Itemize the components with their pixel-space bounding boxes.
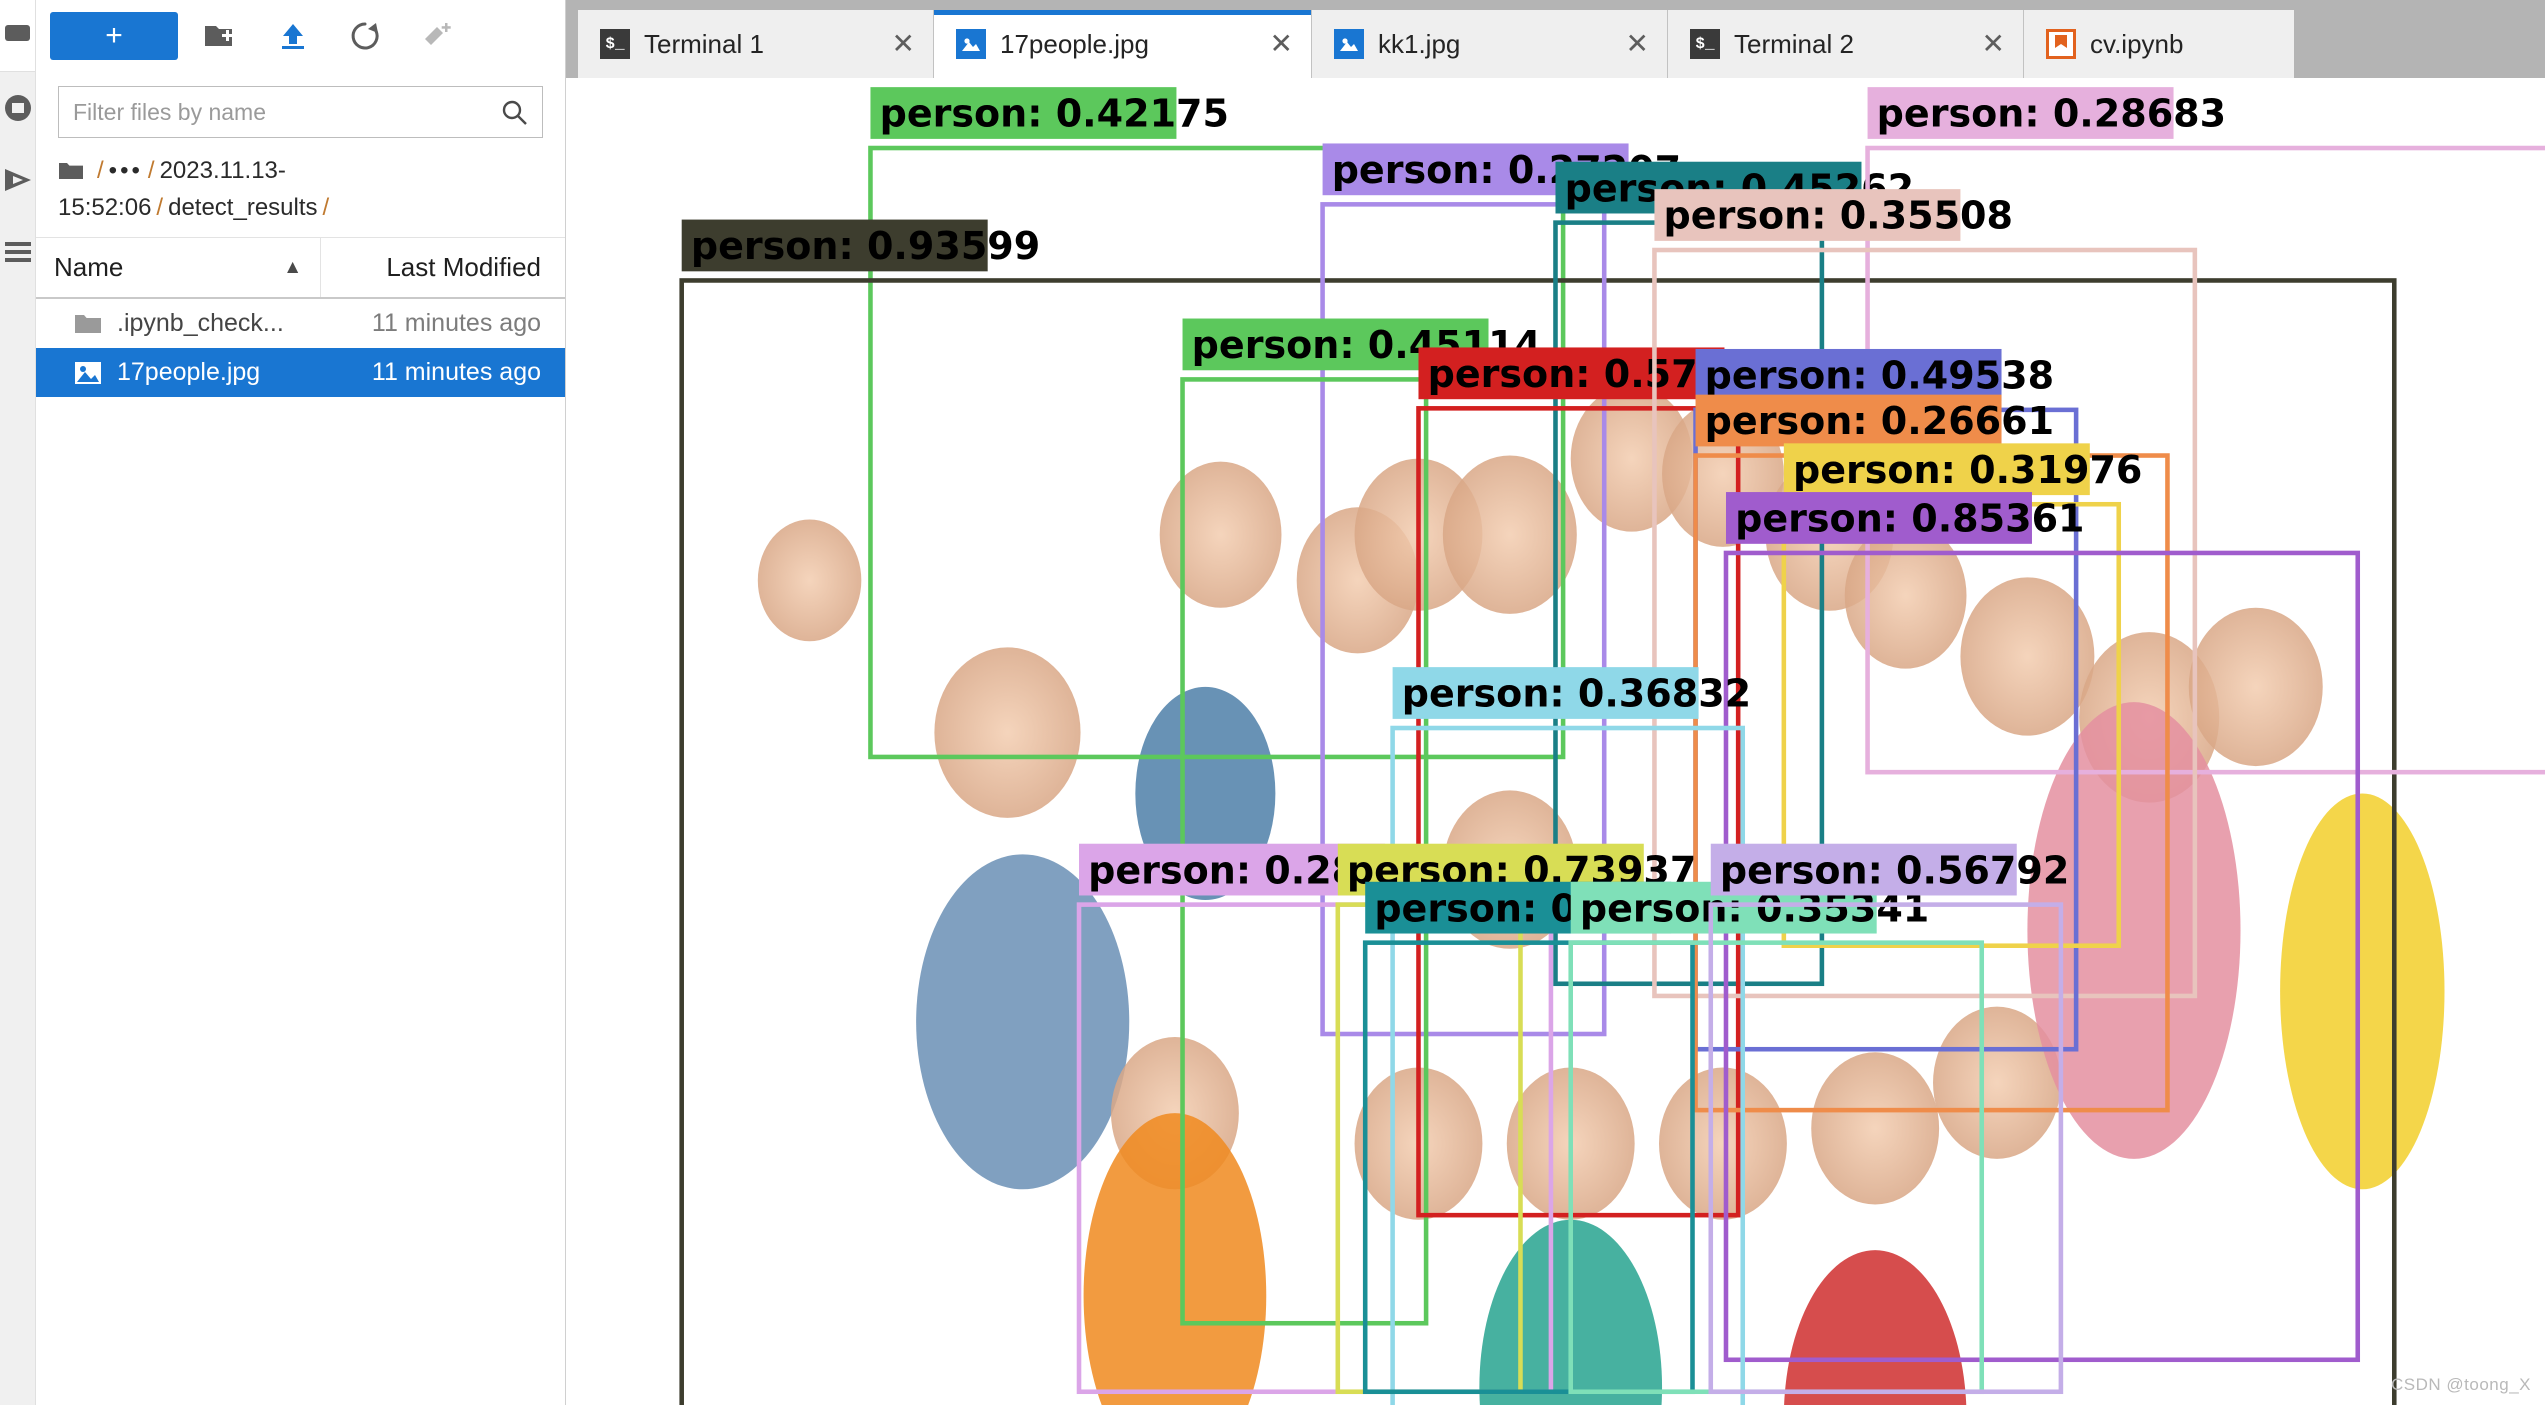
column-header-name-label: Name (54, 252, 124, 283)
breadcrumb-sep-2: / (156, 194, 164, 222)
tab-terminal-2[interactable]: $_ Terminal 2 ✕ (1668, 10, 2024, 78)
close-icon[interactable]: ✕ (1600, 30, 1649, 58)
filter-icon (421, 21, 453, 51)
new-folder-button[interactable] (192, 10, 250, 62)
file-browser-toolbar: + (36, 0, 565, 72)
detection-overlay: person: 0.42175 person: 0.93599 person: 0.… (566, 78, 2545, 1405)
file-browser-panel: + Filter files by name / ••• / 2023.11.1… (36, 0, 566, 1405)
column-header-modified-label: Last Modified (386, 252, 541, 283)
image-viewer[interactable]: person: 0.42175 person: 0.93599 person: 0.… (566, 78, 2545, 1405)
detection-label: person: 0.35508 (1664, 194, 2013, 238)
tab-label: Terminal 2 (1734, 28, 1854, 59)
main-area: $_ Terminal 1 ✕ 17people.jpg ✕ kk1.jpg ✕ (566, 0, 2545, 1405)
folder-icon (74, 313, 104, 335)
file-name-cell: .ipynb_check... (36, 309, 321, 338)
close-icon[interactable]: ✕ (1956, 30, 2005, 58)
detection-label: person: 0.56792 (1720, 848, 2069, 892)
breadcrumb-ellipsis[interactable]: ••• (109, 157, 143, 184)
sort-asc-icon: ▲ (283, 256, 302, 278)
running-terminals-icon[interactable] (0, 72, 36, 144)
tab-17people-jpg[interactable]: 17people.jpg ✕ (934, 10, 1312, 78)
detection-label: person: 0.28683 (1877, 92, 2226, 136)
breadcrumb-sep-0: / (97, 157, 104, 184)
close-icon[interactable]: ✕ (866, 30, 915, 58)
file-table-header: Name ▲ Last Modified (36, 237, 565, 300)
open-tabs-icon[interactable] (0, 216, 36, 288)
detection-label: person: 0.26661 (1705, 399, 2054, 443)
tab-label: kk1.jpg (1378, 28, 1461, 59)
file-modified-label: 11 minutes ago (371, 358, 541, 387)
folder-icon (4, 23, 31, 48)
new-filter-button[interactable] (408, 10, 466, 62)
terminal-icon: $_ (1690, 29, 1720, 59)
tab-kk1-jpg[interactable]: kk1.jpg ✕ (1312, 10, 1668, 78)
column-header-name[interactable]: Name ▲ (36, 238, 321, 298)
new-folder-icon (204, 22, 238, 50)
file-name-label: 17people.jpg (117, 358, 261, 387)
detection-label: person: 0.36832 (1402, 672, 1751, 716)
close-icon[interactable]: ✕ (1244, 30, 1293, 58)
list-item[interactable]: 17people.jpg 11 minutes ago (36, 348, 565, 398)
breadcrumb-home-icon[interactable] (58, 157, 84, 191)
file-name-cell: 17people.jpg (36, 358, 321, 387)
breadcrumb[interactable]: / •••/2023.11.13-15:52:06/detect_results / (36, 148, 565, 237)
file-name-label: .ipynb_check... (117, 309, 284, 338)
commands-palette-icon[interactable] (0, 144, 36, 216)
refresh-button[interactable] (336, 10, 394, 62)
tab-label: cv.ipynb (2090, 28, 2184, 59)
tab-bar: $_ Terminal 1 ✕ 17people.jpg ✕ kk1.jpg ✕ (566, 0, 2545, 78)
list-item[interactable]: .ipynb_check... 11 minutes ago (36, 299, 565, 348)
jupyterlab-window: + Filter files by name / ••• / 2023.11.1… (0, 0, 2545, 1405)
search-input[interactable] (59, 87, 500, 137)
filter-box[interactable] (58, 86, 543, 138)
breadcrumb-sep-3: / (322, 194, 330, 222)
breadcrumb-sep-1: / (147, 157, 155, 184)
refresh-icon (349, 20, 381, 52)
notebook-icon (2046, 29, 2076, 59)
filter-row (36, 72, 565, 148)
tab-label: 17people.jpg (1000, 28, 1149, 59)
upload-icon (278, 21, 308, 51)
detection-label: person: 0.93599 (691, 224, 1040, 268)
image-icon (1334, 29, 1364, 59)
rail-folder-slot[interactable] (0, 0, 35, 72)
tab-cv-ipynb[interactable]: cv.ipynb (2024, 10, 2294, 78)
tab-label: Terminal 1 (644, 28, 764, 59)
detection-label: person: 0.31976 (1793, 448, 2142, 492)
terminal-icon: $_ (600, 29, 630, 59)
watermark: CSDN @toong_X (2391, 1375, 2531, 1394)
tab-terminal-1[interactable]: $_ Terminal 1 ✕ (578, 10, 934, 78)
detection-label: person: 0.42175 (880, 92, 1229, 136)
detection-label: person: 0.49538 (1705, 354, 2054, 398)
breadcrumb-segment-1[interactable]: detect_results (168, 194, 317, 221)
file-modified-label: 11 minutes ago (371, 309, 541, 338)
column-header-last-modified[interactable]: Last Modified (321, 238, 565, 297)
image-file-icon (74, 361, 104, 385)
detection-label: person: 0.85361 (1735, 497, 2084, 541)
image-icon (956, 29, 986, 59)
new-launcher-button[interactable]: + (50, 11, 178, 60)
file-list: .ipynb_check... 11 minutes ago 17people.… (36, 299, 565, 398)
upload-button[interactable] (264, 10, 322, 62)
search-icon (500, 98, 542, 126)
activity-rail (0, 0, 36, 1405)
